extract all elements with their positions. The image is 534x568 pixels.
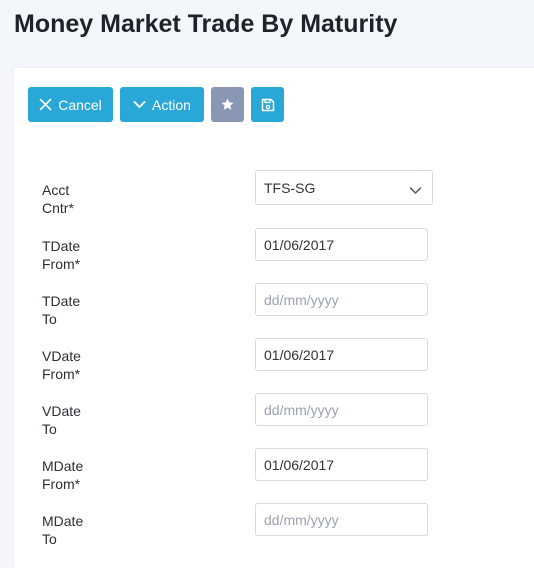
form-card: Cancel Action Acct Cntr* TFS-SG TDate Fr… <box>14 68 534 568</box>
mdate-to-input[interactable] <box>255 503 428 536</box>
vdate-to-label: VDate To <box>42 403 81 437</box>
tdate-to-label: TDate To <box>42 293 81 327</box>
mdate-from-input[interactable] <box>255 448 428 481</box>
vdate-from-input[interactable] <box>255 338 428 371</box>
acct-cntr-label: Acct Cntr* <box>42 182 74 216</box>
close-icon <box>39 98 52 111</box>
chevron-down-icon <box>409 182 422 198</box>
favorite-button[interactable] <box>211 87 244 122</box>
save-button[interactable] <box>251 87 284 122</box>
mdate-from-label: MDate From* <box>42 458 84 492</box>
mdate-to-label: MDate To <box>42 513 84 547</box>
star-icon <box>220 97 235 112</box>
vdate-to-input[interactable] <box>255 393 428 426</box>
cancel-button-label: Cancel <box>58 96 102 113</box>
page-title: Money Market Trade By Maturity <box>14 10 398 38</box>
chevron-down-icon <box>133 100 146 109</box>
acct-cntr-value: TFS-SG <box>264 179 316 196</box>
tdate-from-input[interactable] <box>255 228 428 261</box>
acct-cntr-select[interactable]: TFS-SG <box>255 170 433 205</box>
action-button[interactable]: Action <box>120 87 204 122</box>
vdate-from-label: VDate From* <box>42 348 81 382</box>
action-button-label: Action <box>152 96 191 113</box>
cancel-button[interactable]: Cancel <box>28 87 113 122</box>
tdate-from-label: TDate From* <box>42 238 81 272</box>
save-icon <box>261 98 275 112</box>
tdate-to-input[interactable] <box>255 283 428 316</box>
